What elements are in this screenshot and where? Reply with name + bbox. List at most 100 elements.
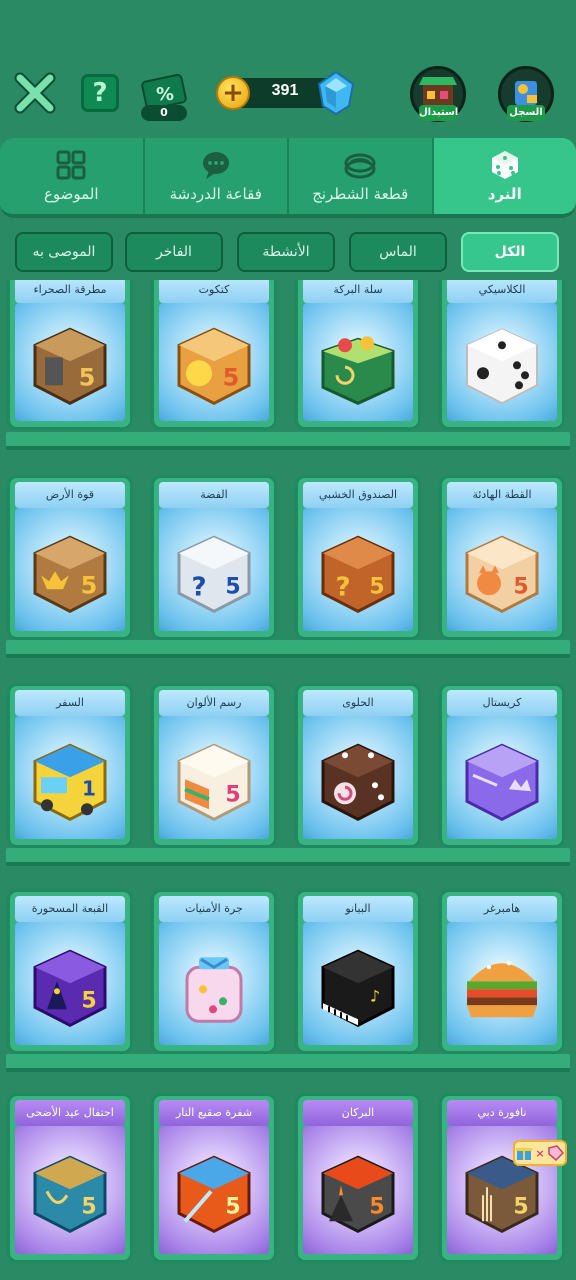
category-tabs: الموضوع فقاعة الدردشة قطعة الشطرنج النرد [0, 138, 576, 218]
dice-preview: 5 [15, 303, 125, 421]
filter-activities[interactable]: الأنشطة [237, 232, 335, 272]
dice-card[interactable]: قوة الأرض 5 [7, 475, 133, 640]
dice-card[interactable]: سلة البركة [295, 280, 421, 430]
svg-text:5: 5 [81, 571, 98, 599]
svg-text:1: 1 [82, 776, 96, 800]
dice-card[interactable]: كتكوت 5 [151, 280, 277, 430]
dice-card[interactable]: رسم الألوان 5 [151, 683, 277, 848]
dice-name: رسم الألوان [159, 690, 269, 716]
desert-hammer-dice-icon: 5 [33, 327, 107, 405]
tab-dice[interactable]: النرد [431, 138, 576, 214]
history-button[interactable]: السجل [498, 66, 554, 122]
filter-chips: الموصى به الفاخر الأنشطة الماس الكل [10, 232, 566, 274]
add-coins-icon[interactable]: + [216, 76, 250, 110]
dice-card[interactable]: هامبرغر [439, 889, 565, 1054]
shelf [6, 1054, 570, 1072]
svg-text:5: 5 [225, 574, 240, 599]
eid-celebration-dice-icon: 5 [33, 1155, 107, 1233]
history-label: السجل [507, 105, 545, 121]
dice-name: شفرة صقيع النار [159, 1100, 269, 1126]
exchange-label: استبدال [419, 105, 458, 121]
gift-icon [516, 1148, 533, 1160]
volcano-dice-icon: 5 [321, 1155, 395, 1233]
wooden-box-dice-icon: ? 5 [321, 535, 395, 613]
dice-name: البيانو [303, 896, 413, 922]
earth-power-dice-icon: 5 [33, 535, 107, 613]
classic-dice-icon [466, 328, 538, 405]
filter-recommended[interactable]: الموصى به [15, 232, 113, 272]
dice-name: الحلوى [303, 690, 413, 716]
dice-card[interactable]: كريستال [439, 683, 565, 848]
chat-bubble-icon [202, 152, 229, 179]
dice-name: قوة الأرض [15, 482, 125, 508]
dice-card[interactable]: الحلوى [295, 683, 421, 848]
svg-text:5: 5 [81, 1194, 96, 1219]
dice-name: الكلاسيكي [447, 280, 557, 303]
dice-card[interactable]: شفرة صقيع النار 5 [151, 1093, 277, 1263]
dice-name: كريستال [447, 690, 557, 716]
dice-name: مطرقة الصحراء [15, 280, 125, 303]
dice-preview [303, 716, 413, 839]
coin-balance: 391 [271, 82, 299, 99]
crystal-dice-icon [465, 743, 539, 821]
dice-card[interactable]: احتفال عيد الأضحى 5 [7, 1093, 133, 1263]
svg-text:5: 5 [223, 363, 240, 391]
svg-text:?: ? [335, 572, 350, 602]
tab-label: الموضوع [43, 185, 99, 203]
tab-theme[interactable]: الموضوع [0, 138, 143, 214]
help-button[interactable]: ? [81, 74, 119, 112]
close-icon[interactable] [14, 72, 56, 114]
svg-text:5: 5 [369, 574, 384, 599]
dice-preview [159, 922, 269, 1045]
filter-all[interactable]: الكل [461, 232, 559, 272]
dice-card[interactable]: مطرقة الصحراء 5 [7, 280, 133, 430]
dice-name: نافورة دبي [447, 1100, 557, 1126]
dice-name: كتكوت [159, 280, 269, 303]
dice-card[interactable]: القبعة المسحورة 5 [7, 889, 133, 1054]
gem-icon[interactable] [315, 70, 357, 116]
dice-name: الصندوق الخشبي [303, 482, 413, 508]
hamburger-dice-icon [467, 960, 537, 1017]
silver-dice-icon: ? 5 [177, 535, 251, 613]
shelf [6, 640, 570, 658]
dice-preview: 5 [159, 303, 269, 421]
svg-text:%: % [156, 84, 174, 105]
tab-game-piece[interactable]: قطعة الشطرنج [287, 138, 432, 214]
dice-name: القبعة المسحورة [15, 896, 125, 922]
filter-diamond[interactable]: الماس [349, 232, 447, 272]
help-icon: ? [92, 78, 108, 108]
filter-luxury[interactable]: الفاخر [125, 232, 223, 272]
dice-card[interactable]: جرة الأمنيات [151, 889, 277, 1054]
dice-card[interactable]: الصندوق الخشبي ? 5 [295, 475, 421, 640]
wish-jar-dice-icon [185, 956, 243, 1023]
tab-chat-bubble[interactable]: فقاعة الدردشة [142, 138, 288, 214]
dice-card[interactable]: الكلاسيكي [439, 280, 565, 430]
dice-card[interactable]: القطة الهادئة 5 [439, 475, 565, 640]
dice-preview: 5 [303, 1126, 413, 1254]
top-bar: ? % 0 + 391 استبدال السجل [0, 0, 576, 140]
dice-preview [447, 303, 557, 421]
svg-text:♪: ♪ [370, 986, 380, 1005]
tab-label: النرد [487, 185, 522, 203]
dice-preview: 5 [15, 508, 125, 631]
dice-card[interactable]: نافورة دبي 5 [439, 1093, 565, 1263]
game-piece-icon [344, 153, 376, 179]
fire-frost-blade-dice-icon: 5 [177, 1155, 251, 1233]
dice-preview: 5 [159, 716, 269, 839]
svg-text:5: 5 [225, 1194, 240, 1219]
svg-text:5: 5 [513, 1194, 528, 1219]
dice-grid: مطرقة الصحراء 5 كتكوت 5 سلة البركة الكلا… [0, 280, 576, 1280]
dice-card[interactable]: البيانو ♪ [295, 889, 421, 1054]
dice-preview [447, 922, 557, 1045]
svg-text:5: 5 [79, 363, 96, 391]
dice-name: البركان [303, 1100, 413, 1126]
color-painting-dice-icon: 5 [177, 743, 251, 821]
dice-name: جرة الأمنيات [159, 896, 269, 922]
dice-card[interactable]: البركان 5 [295, 1093, 421, 1263]
exchange-shop-button[interactable]: استبدال [410, 66, 466, 122]
dice-card[interactable]: السفر 1 [7, 683, 133, 848]
dice-card[interactable]: الفضة ? 5 [151, 475, 277, 640]
limited-offer-badge[interactable]: × [513, 1140, 567, 1166]
svg-text:5: 5 [81, 988, 96, 1013]
shelf [6, 848, 570, 866]
